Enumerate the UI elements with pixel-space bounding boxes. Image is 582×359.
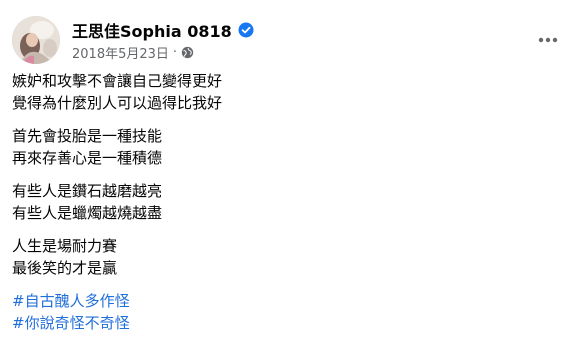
post-text-line: 再來存善心是一種積德 [12, 149, 163, 167]
hashtag-link[interactable]: #你說奇怪不奇怪 [12, 312, 570, 334]
more-options-icon [538, 37, 558, 43]
post-text-line: 首先會投胎是一種技能 [12, 127, 163, 145]
post-text-line: 有些人是蠟燭越燒越盡 [12, 204, 163, 222]
post-header: 王思佳Sophia 0818 2018年5月23日 · [12, 16, 570, 66]
author-avatar[interactable] [12, 16, 60, 64]
post-paragraph: 有些人是鑽石越磨越亮 有些人是蠟燭越燒越盡 [12, 180, 570, 224]
post-paragraph: 首先會投胎是一種技能 再來存善心是一種積德 [12, 125, 570, 169]
hashtag-list: #自古醜人多作怪 #你說奇怪不奇怪 [12, 290, 570, 334]
author-name[interactable]: 王思佳Sophia 0818 [72, 18, 232, 42]
post-text-line: 最後笑的才是贏 [12, 259, 118, 277]
post-paragraph: 人生是場耐力賽 最後笑的才是贏 [12, 235, 570, 279]
post-paragraph: 嫉妒和攻擊不會讓自己變得更好 覺得為什麼別人可以過得比我好 [12, 70, 570, 114]
post-timestamp[interactable]: 2018年5月23日 [72, 43, 169, 62]
post-text-line: 覺得為什麼別人可以過得比我好 [12, 94, 223, 112]
hashtag-link[interactable]: #自古醜人多作怪 [12, 290, 570, 312]
avatar-image [12, 16, 60, 64]
verified-badge-icon [238, 22, 254, 38]
more-options-button[interactable] [534, 26, 562, 54]
post-text-line: 嫉妒和攻擊不會讓自己變得更好 [12, 72, 223, 90]
facebook-post: 王思佳Sophia 0818 2018年5月23日 · 嫉妒和攻擊不會讓自己變得… [0, 0, 582, 359]
post-text-line: 有些人是鑽石越磨越亮 [12, 182, 163, 200]
post-text-line: 人生是場耐力賽 [12, 237, 118, 255]
meta-separator: · [172, 45, 178, 60]
globe-icon[interactable] [181, 46, 194, 59]
post-meta: 2018年5月23日 · [72, 43, 194, 62]
author-row: 王思佳Sophia 0818 [72, 18, 254, 42]
post-content: 嫉妒和攻擊不會讓自己變得更好 覺得為什麼別人可以過得比我好 首先會投胎是一種技能… [12, 70, 570, 334]
